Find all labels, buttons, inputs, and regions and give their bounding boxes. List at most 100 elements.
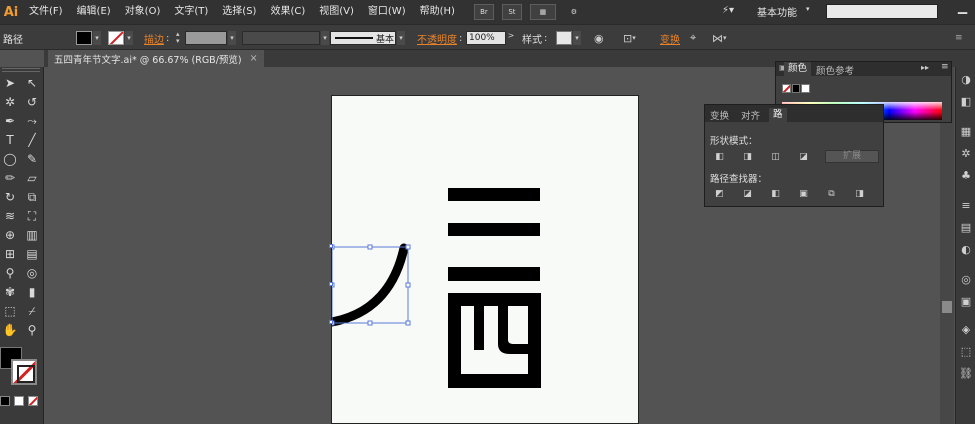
toolbox-grip[interactable] [2, 68, 40, 72]
eyedropper-icon[interactable]: ⚲ [2, 265, 18, 281]
bridge-button[interactable]: Br [473, 4, 494, 20]
minimize-icon[interactable]: ▁ [950, 0, 975, 14]
color-mode-button[interactable] [0, 396, 10, 406]
stroke-swatch[interactable] [108, 31, 124, 45]
appearance-icon[interactable]: ◎ [959, 273, 973, 287]
exclude-icon[interactable]: ◪ [797, 151, 810, 163]
unite-icon[interactable]: ◧ [713, 151, 726, 163]
expand-button[interactable]: 扩展 [825, 150, 879, 163]
graphic-styles-icon[interactable]: ▣ [959, 295, 973, 309]
color-panel-icon[interactable]: ◑ [959, 73, 973, 87]
graphic-style-swatch[interactable] [556, 31, 572, 45]
chevron-right-icon[interactable]: > [506, 31, 516, 45]
opacity-link[interactable]: 不透明度 [417, 31, 457, 46]
workspace-switcher[interactable]: 基本功能 [757, 4, 797, 19]
collapse-icon[interactable]: ▸▸ [921, 63, 929, 72]
tab-align[interactable]: 对齐 [741, 108, 760, 122]
none-mode-button[interactable] [28, 396, 38, 406]
stroke-panel-icon[interactable]: ≡ [959, 199, 973, 213]
symbols-icon[interactable]: ♣ [959, 169, 973, 183]
tab-color[interactable]: 颜色 [784, 62, 812, 76]
swatches-icon[interactable]: ▦ [959, 125, 973, 139]
glyph-bar-upper[interactable] [448, 267, 540, 281]
chevron-down-icon[interactable]: ▾ [228, 31, 236, 45]
menu-window[interactable]: 窗口(W) [361, 0, 413, 24]
stroke-control[interactable]: ▾ [108, 25, 133, 51]
lasso-icon[interactable]: ↺ [24, 94, 40, 110]
artboard[interactable] [331, 95, 639, 424]
free-transform-icon[interactable]: ⛶ [24, 208, 40, 224]
minus-front-icon[interactable]: ◨ [741, 151, 754, 163]
pencil-icon[interactable]: ✏ [2, 170, 18, 186]
merge-icon[interactable]: ◧ [769, 188, 782, 200]
tab-color-guide[interactable]: 颜色参考 [816, 63, 854, 77]
blend-icon[interactable]: ◎ [24, 265, 40, 281]
opacity-control[interactable]: 100% > [466, 25, 516, 51]
fill-swatch[interactable] [76, 31, 92, 45]
chevron-down-icon[interactable]: ▾ [125, 31, 133, 45]
control-menu-icon[interactable]: ⋈ ▾ [712, 25, 727, 51]
close-icon[interactable]: × [250, 53, 258, 64]
chevron-down-icon[interactable]: ▾ [397, 31, 405, 45]
brushes-icon[interactable]: ✲ [959, 147, 973, 161]
symbol-sprayer-icon[interactable]: ✾ [2, 284, 18, 300]
menu-file[interactable]: 文件(F) [22, 0, 70, 24]
opacity-field[interactable]: 100% [466, 31, 506, 45]
align-icon[interactable]: ⊡ ▾ [623, 25, 636, 51]
menu-object[interactable]: 对象(O) [118, 0, 168, 24]
search-input[interactable] [826, 4, 938, 19]
color-guide-icon[interactable]: ◧ [959, 95, 973, 109]
black-swatch[interactable] [792, 84, 800, 93]
pen-icon[interactable]: ✒ [2, 113, 18, 129]
links-icon[interactable]: ⛓ [959, 367, 973, 381]
tab-pathfinder[interactable]: 路 [769, 108, 787, 122]
brush-definition[interactable]: 基本 ▾ [330, 25, 405, 51]
fill-control[interactable]: ▾ [76, 25, 101, 51]
glyph-box[interactable] [448, 293, 541, 388]
eraser-icon[interactable]: ▱ [24, 170, 40, 186]
warp-icon[interactable]: ≋ [2, 208, 18, 224]
chevron-down-icon[interactable]: ▾ [573, 31, 581, 45]
zoom-icon[interactable]: ⚲ [24, 322, 40, 338]
graph-icon[interactable]: ▮ [24, 284, 40, 300]
glyph-bar-middle[interactable] [448, 223, 540, 236]
glyph-stroke-right[interactable] [498, 306, 528, 354]
select-icon[interactable]: ➤ [2, 75, 18, 91]
selection-handle-bottom-left[interactable] [329, 320, 333, 324]
artboards-icon[interactable]: ⬚ [959, 345, 973, 359]
glyph-bar-top[interactable] [448, 188, 540, 201]
selected-arc-path[interactable] [332, 243, 409, 327]
stroke-weight-stepper[interactable]: ▴ ▾ ▾ [176, 25, 236, 51]
hand-icon[interactable]: ✋ [2, 322, 18, 338]
magic-wand-icon[interactable]: ✲ [2, 94, 18, 110]
brush-icon[interactable]: ✎ [24, 151, 40, 167]
sync-icon[interactable]: ⚡▾ [722, 5, 734, 16]
slice-icon[interactable]: ⌿ [24, 303, 40, 319]
graphic-style-control[interactable]: ▾ [556, 25, 581, 51]
gradient-icon[interactable]: ▤ [24, 246, 40, 262]
perspective-icon[interactable]: ▥ [24, 227, 40, 243]
mesh-icon[interactable]: ⊞ [2, 246, 18, 262]
gradient-mode-button[interactable] [14, 396, 24, 406]
stroke-color-swatch[interactable] [11, 359, 37, 385]
tab-transform[interactable]: 变换 [710, 108, 729, 122]
variable-width-profile[interactable]: ▾ [242, 25, 329, 51]
selection-handle-middle-left[interactable] [329, 282, 333, 286]
width-profile-field[interactable] [242, 31, 320, 45]
intersect-icon[interactable]: ◫ [769, 151, 782, 163]
glyph-stroke-left[interactable] [474, 306, 484, 350]
gradient-panel-icon[interactable]: ▤ [959, 221, 973, 235]
brush-field[interactable]: 基本 [330, 31, 396, 45]
none-swatch[interactable] [782, 84, 791, 93]
document-tab[interactable]: 五四青年节文字.ai* @ 66.67% (RGB/预览) × [48, 50, 264, 67]
divide-icon[interactable]: ◩ [713, 188, 726, 200]
shape-builder-icon[interactable]: ⊕ [2, 227, 18, 243]
rotate-icon[interactable]: ↻ [2, 189, 18, 205]
trim-icon[interactable]: ◪ [741, 188, 754, 200]
type-icon[interactable]: T [2, 132, 18, 148]
curvature-icon[interactable]: ⤳ [24, 113, 40, 129]
chevron-down-icon[interactable]: ▾ [93, 31, 101, 45]
chevron-down-icon[interactable]: ▾ [321, 31, 329, 45]
direct-select-icon[interactable]: ↖ [24, 75, 40, 91]
selection-handle-top-left[interactable] [329, 244, 333, 248]
